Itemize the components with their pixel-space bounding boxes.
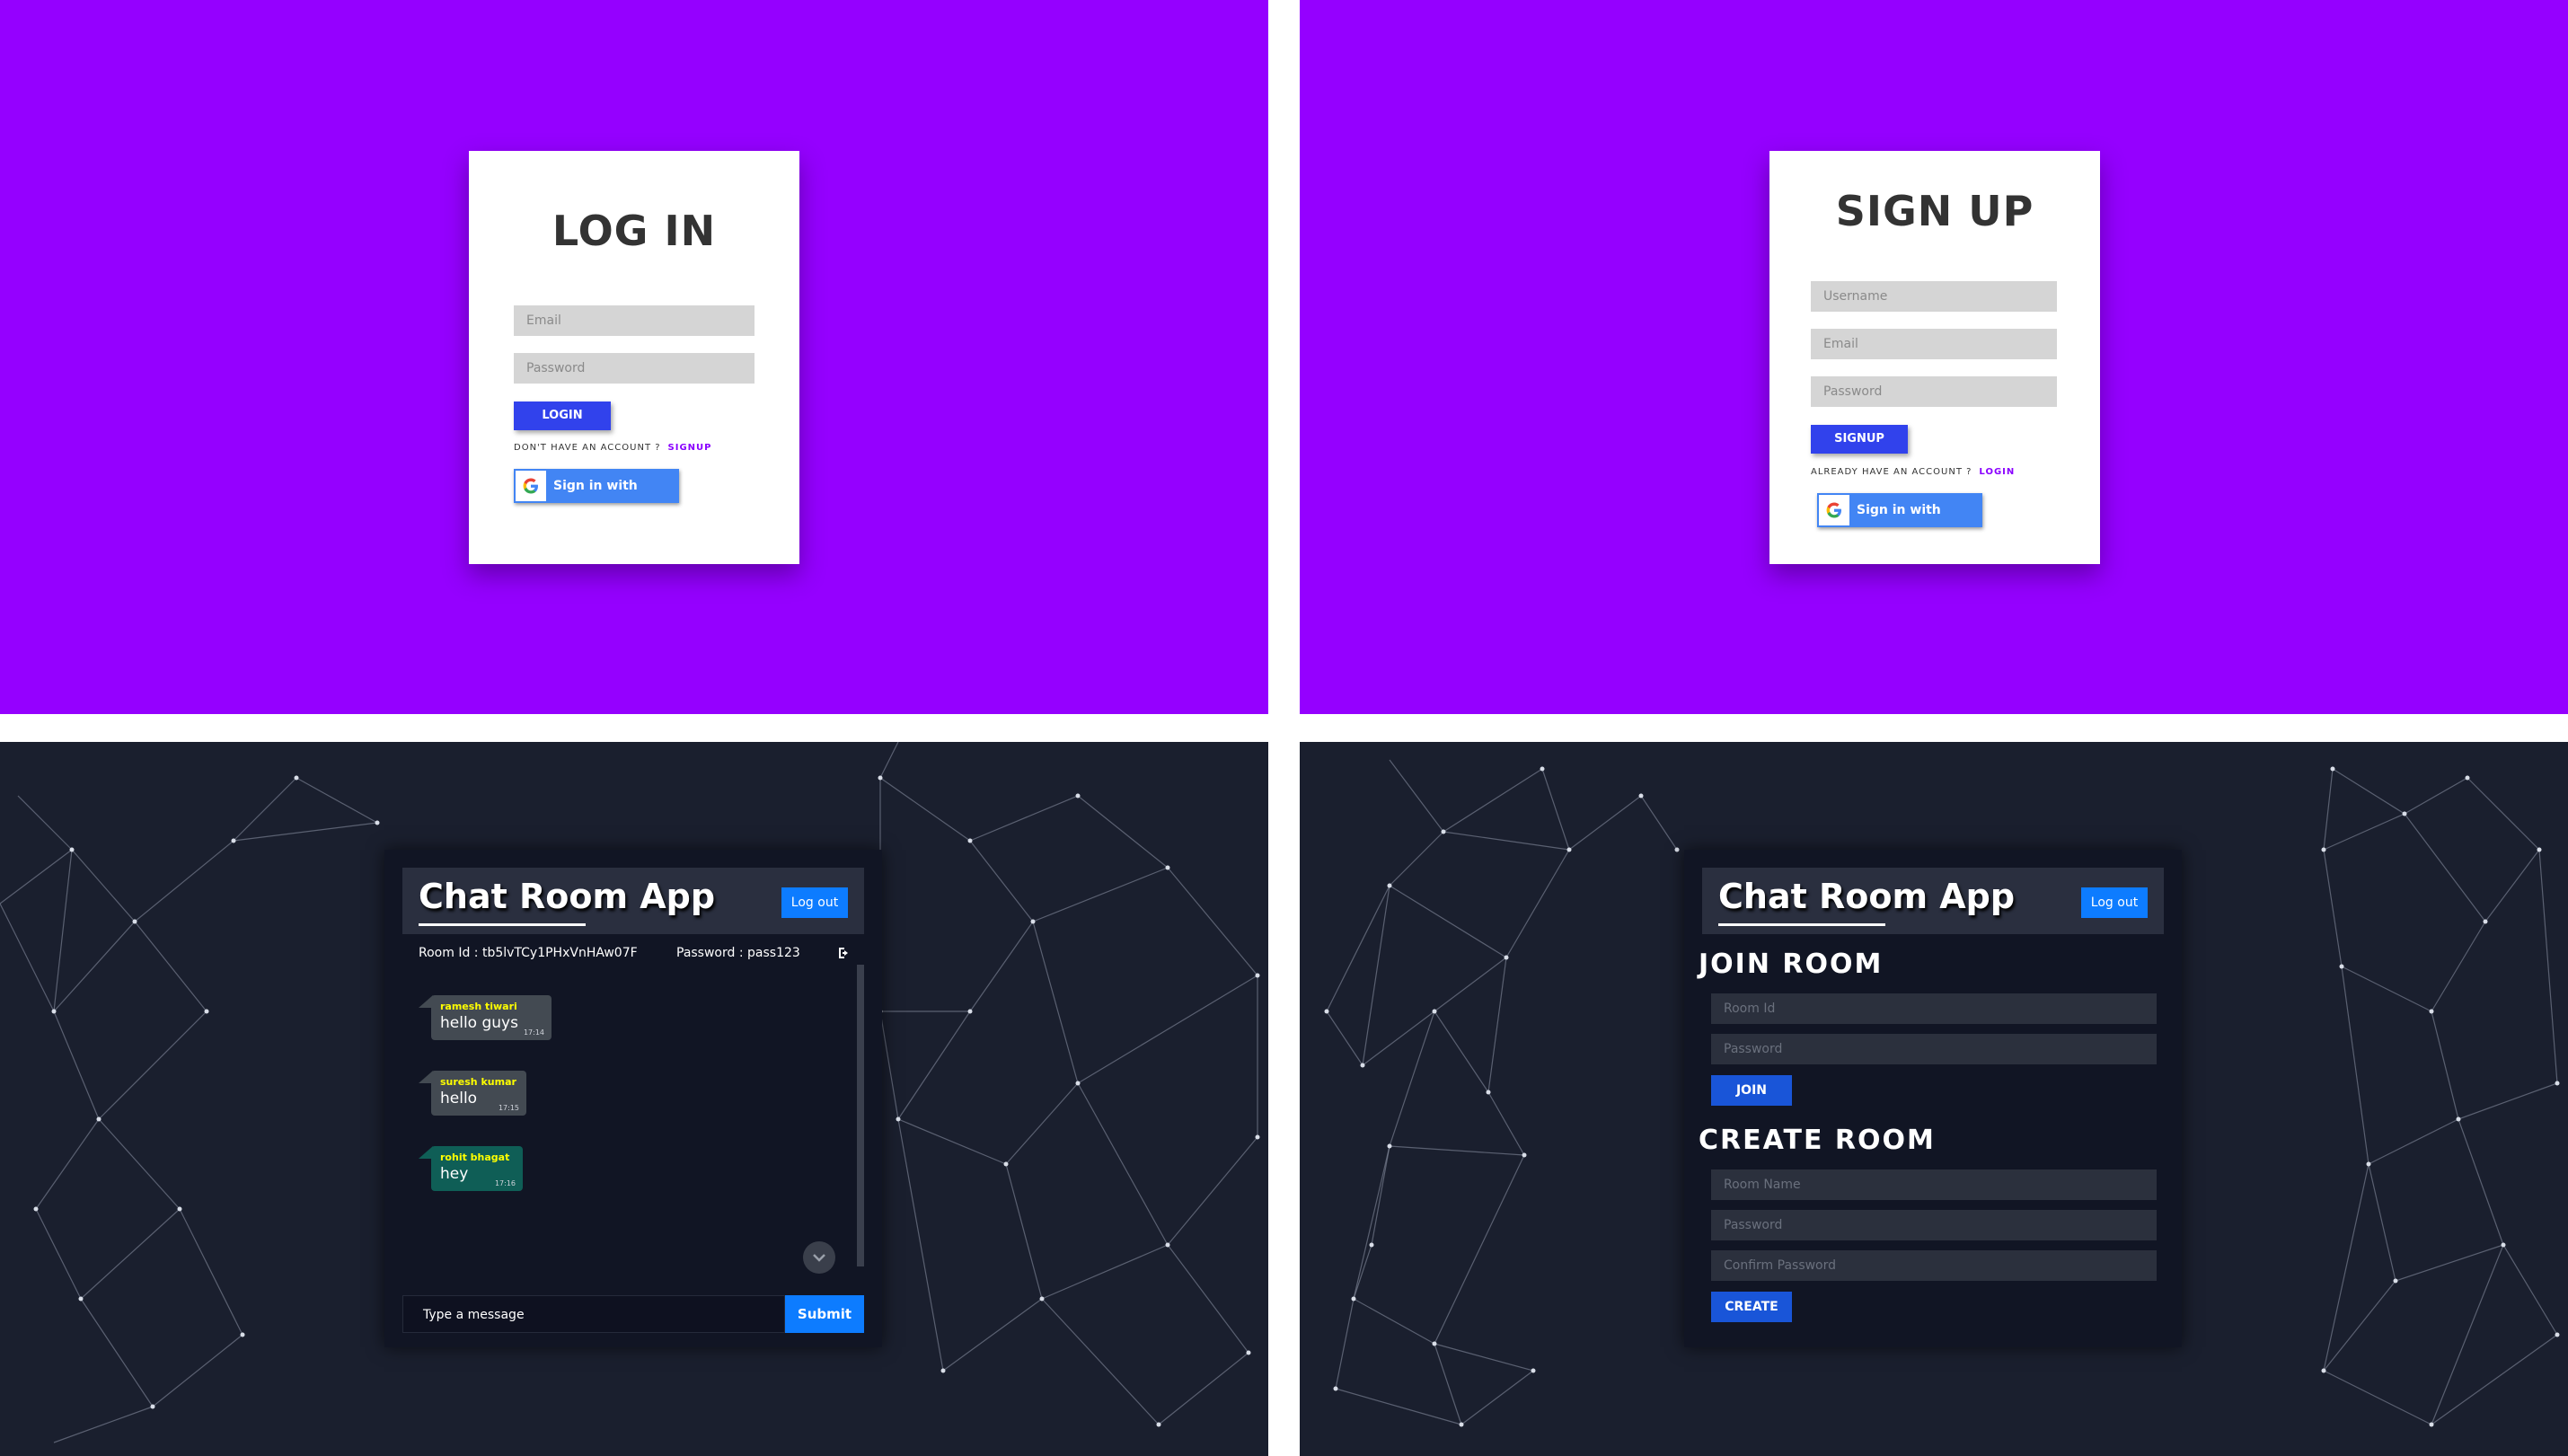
login-button[interactable]: LOGIN <box>514 402 611 430</box>
confirm-password-field[interactable]: Confirm Password <box>1711 1250 2157 1281</box>
message-sender: ramesh tiwari <box>440 1001 517 1012</box>
signup-link[interactable]: SIGNUP <box>668 443 712 453</box>
google-signin-label: Sign in with google <box>1857 503 1941 552</box>
title-underline <box>1718 923 1885 926</box>
create-room-heading: CREATE ROOM <box>1699 1125 1936 1156</box>
message-time: 17:16 <box>494 1179 516 1187</box>
login-title: LOG IN <box>552 207 717 255</box>
bubble-tail <box>419 995 433 1008</box>
email-field[interactable]: Email <box>1811 329 2057 359</box>
message-bubble-own: rohit bhagat hey 17:16 <box>419 1146 523 1191</box>
login-screen: LOG IN Email Password LOGIN DON'T HAVE A… <box>0 0 1268 714</box>
app-title: Chat Room App <box>1718 877 2016 916</box>
message-sender: suresh kumar <box>440 1076 516 1088</box>
title-underline <box>419 923 586 926</box>
join-room-heading: JOIN ROOM <box>1699 949 1884 980</box>
exit-door-icon[interactable] <box>837 941 852 965</box>
bubble-tail <box>419 1146 433 1159</box>
password-field[interactable]: Password <box>1811 376 2057 407</box>
chat-room-screen: Chat Room App Log out Room Id : tb5lvTCy… <box>0 742 1268 1456</box>
message-bubble: ramesh tiwari hello guys 17:14 <box>419 995 552 1040</box>
signup-title: SIGN UP <box>1835 187 2034 235</box>
join-button[interactable]: JOIN <box>1711 1075 1792 1106</box>
message-time: 17:14 <box>523 1028 544 1037</box>
rooms-screen: Chat Room App Log out JOIN ROOM Room Id … <box>1300 742 2568 1456</box>
app-title: Chat Room App <box>419 877 716 916</box>
message-bubble: suresh kumar hello 17:15 <box>419 1071 526 1116</box>
create-button[interactable]: CREATE <box>1711 1292 1792 1322</box>
app-header: Chat Room App Log out <box>402 868 864 934</box>
signup-button[interactable]: SIGNUP <box>1811 425 1908 454</box>
bubble-tail <box>419 1071 433 1083</box>
google-g-icon <box>516 471 546 501</box>
room-info-bar: Room Id : tb5lvTCy1PHxVnHAw07F Password … <box>402 941 864 966</box>
chat-card: Chat Room App Log out Room Id : tb5lvTCy… <box>384 850 882 1347</box>
message-sender: rohit bhagat <box>440 1152 510 1163</box>
rooms-card: Chat Room App Log out JOIN ROOM Room Id … <box>1684 850 2182 1347</box>
signup-prompt-text: DON'T HAVE AN ACCOUNT ? <box>514 443 661 453</box>
google-g-icon <box>1819 495 1849 525</box>
login-card: LOG IN Email Password LOGIN DON'T HAVE A… <box>469 151 799 564</box>
logout-button[interactable]: Log out <box>2081 887 2148 918</box>
google-signin-label: Sign in with google <box>553 479 638 527</box>
logout-button[interactable]: Log out <box>781 887 848 918</box>
messages-area: ramesh tiwari hello guys 17:14 suresh ku… <box>402 965 860 1288</box>
username-field[interactable]: Username <box>1811 281 2057 312</box>
messages-scrollbar[interactable] <box>857 965 864 1266</box>
message-time: 17:15 <box>498 1104 519 1112</box>
signup-card: SIGN UP Username Email Password SIGNUP A… <box>1769 151 2100 564</box>
join-room-id-field[interactable]: Room Id <box>1711 993 2157 1024</box>
room-id-text: Room Id : tb5lvTCy1PHxVnHAw07F <box>419 946 638 960</box>
password-field[interactable]: Password <box>514 353 755 384</box>
google-signin-button[interactable]: Sign in with google <box>1817 493 1982 552</box>
submit-button[interactable]: Submit <box>785 1295 864 1333</box>
message-input[interactable]: Type a message <box>402 1295 785 1333</box>
email-field[interactable]: Email <box>514 305 755 336</box>
login-prompt: ALREADY HAVE AN ACCOUNT ? LOGIN <box>1811 467 2015 477</box>
create-password-field[interactable]: Password <box>1711 1210 2157 1240</box>
google-signin-button[interactable]: Sign in with google <box>514 469 679 527</box>
join-password-field[interactable]: Password <box>1711 1034 2157 1064</box>
app-header: Chat Room App Log out <box>1702 868 2164 934</box>
room-password-text: Password : pass123 <box>676 946 800 960</box>
room-name-field[interactable]: Room Name <box>1711 1169 2157 1200</box>
login-prompt-text: ALREADY HAVE AN ACCOUNT ? <box>1811 467 1972 477</box>
login-link[interactable]: LOGIN <box>1979 467 2015 477</box>
signup-prompt: DON'T HAVE AN ACCOUNT ? SIGNUP <box>514 443 712 453</box>
chevron-down-icon[interactable] <box>803 1241 835 1274</box>
signup-screen: SIGN UP Username Email Password SIGNUP A… <box>1300 0 2568 714</box>
